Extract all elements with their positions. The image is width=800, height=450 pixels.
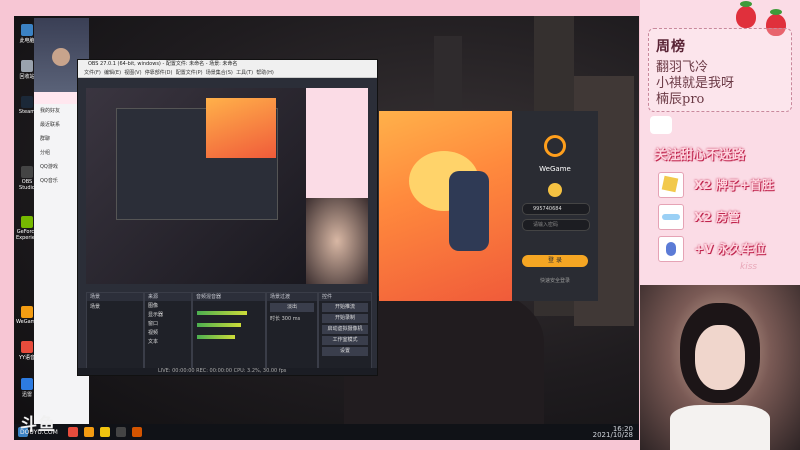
system-clock[interactable]: 16:20 2021/10/28: [592, 426, 633, 439]
controls-dock: 控件 开始推流 开始录制 启动虚拟摄像机 工作室模式 设置: [318, 292, 372, 374]
menu-item[interactable]: 帮助(H): [256, 70, 274, 76]
menu-item[interactable]: 工具(T): [236, 70, 253, 76]
car-icon: [658, 236, 684, 262]
taskbar-app-icon[interactable]: [132, 427, 142, 437]
menu-item[interactable]: 场景集合(S): [206, 70, 233, 76]
source-item[interactable]: 文本: [145, 337, 191, 346]
source-item[interactable]: 窗口: [145, 319, 191, 328]
start-recording-button[interactable]: 开始录制: [322, 314, 368, 323]
scenes-dock: 场景 场景: [86, 292, 144, 374]
transitions-dock: 场景过渡 淡出 时长 300 ms: [266, 292, 318, 374]
desktop-icon-label: 此电脑: [19, 38, 35, 44]
desktop-icon-label: OBS Studio: [19, 179, 35, 191]
scene-item[interactable]: 场景: [87, 301, 143, 312]
banner-character: [449, 171, 489, 251]
douyu-url: DOUYU.COM: [20, 429, 58, 436]
reward-text: X2 牌子+首胜: [694, 178, 774, 192]
taskbar: 16:20 2021/10/28: [14, 424, 639, 440]
start-streaming-button[interactable]: 开始推流: [322, 303, 368, 312]
secure-login-link[interactable]: 快速安全登录: [512, 277, 598, 284]
source-item[interactable]: 显示器: [145, 310, 191, 319]
taskbar-app-icon[interactable]: [100, 427, 110, 437]
desktop-capture: 此电脑 回收站 Steam OBS Studio GeForce Experie…: [14, 16, 639, 440]
settings-button[interactable]: 设置: [322, 347, 368, 356]
desktop-icon-label: Steam: [18, 109, 36, 115]
wegame-banner: [379, 111, 512, 301]
badge-icon: [658, 172, 684, 198]
weekly-rank-title: 周榜: [656, 39, 686, 55]
reward-row: X2 房管: [658, 204, 798, 230]
nested-webcam: [306, 198, 368, 284]
wegame-window: WeGame 995740684 请输入密码 登 录 快速安全登录: [379, 111, 598, 301]
cat-sticker-icon: [650, 116, 672, 134]
obs-title-bar[interactable]: OBS 27.0.1 (64-bit, windows) - 配置文件: 未命名…: [78, 60, 377, 69]
source-item[interactable]: 图像: [145, 301, 191, 310]
password-field[interactable]: 请输入密码: [522, 219, 590, 231]
avatar[interactable]: [52, 48, 70, 66]
taskbar-app-icon[interactable]: [116, 427, 126, 437]
reward-row: +V 永久车位: [658, 236, 798, 262]
obs-status-bar: LIVE: 00:00:00 REC: 00:00:00 CPU: 3.2%, …: [78, 368, 377, 375]
sources-dock: 来源 图像 显示器 窗口 视频 文本: [144, 292, 192, 374]
dock-title: 来源: [145, 293, 191, 301]
taskbar-app-icon[interactable]: [84, 427, 94, 437]
follow-banner: 关注甜心不迷路: [654, 148, 746, 163]
studio-mode-button[interactable]: 工作室模式: [322, 336, 368, 345]
reward-text: +V 永久车位: [694, 242, 766, 256]
volume-meter[interactable]: [197, 323, 241, 327]
clock-date: 2021/10/28: [592, 431, 633, 439]
kiss-decoration: kiss: [740, 262, 758, 272]
webcam-shirt: [670, 405, 770, 450]
transition-select[interactable]: 淡出: [270, 303, 314, 312]
login-button[interactable]: 登 录: [522, 255, 588, 267]
menu-item[interactable]: 编辑(E): [104, 70, 121, 76]
dock-title: 控件: [319, 293, 371, 301]
desktop-icon-label: 回收站: [19, 74, 35, 80]
desktop-icon-label: YY语音: [18, 355, 36, 361]
duration-label: 时长: [270, 316, 281, 322]
menu-item[interactable]: 停靠部件(D): [145, 70, 173, 76]
wegame-logo-icon: [544, 135, 566, 157]
obs-preview[interactable]: [86, 88, 368, 284]
qq-login-icon[interactable]: [548, 183, 562, 197]
wegame-brand: WeGame: [539, 165, 571, 173]
menu-item[interactable]: 视图(V): [124, 70, 141, 76]
desktop-icon-label: 迅雷: [21, 392, 32, 398]
reward-row: X2 牌子+首胜: [658, 172, 798, 198]
obs-menu-bar: 文件(F) 编辑(E) 视图(V) 停靠部件(D) 配置文件(P) 场景集合(S…: [78, 69, 377, 78]
account-field[interactable]: 995740684: [522, 203, 590, 215]
menu-item[interactable]: 文件(F): [84, 70, 101, 76]
dock-title: 场景: [87, 293, 143, 301]
duration-value[interactable]: 300 ms: [282, 316, 301, 322]
virtual-camera-button[interactable]: 启动虚拟摄像机: [322, 325, 368, 334]
dock-title: 场景过渡: [267, 293, 317, 301]
mixer-dock: 音频混音器: [192, 292, 266, 374]
rank-name: 楠辰pro: [656, 92, 705, 107]
obs-window: OBS 27.0.1 (64-bit, windows) - 配置文件: 未命名…: [77, 59, 378, 376]
rocket-icon: [658, 204, 684, 230]
nested-wegame-art: [206, 98, 276, 158]
volume-meter[interactable]: [197, 335, 235, 339]
nested-overlay: [306, 88, 368, 198]
wegame-login-panel: WeGame 995740684 请输入密码 登 录 快速安全登录: [512, 111, 598, 301]
stream-overlay-panel: 周榜 翻羽飞冷 小祺就是我呀 楠辰pro 关注甜心不迷路 X2 牌子+首胜 X2…: [640, 0, 800, 285]
menu-item[interactable]: 配置文件(P): [176, 70, 203, 76]
taskbar-app-icon[interactable]: [68, 427, 78, 437]
volume-meter[interactable]: [197, 311, 247, 315]
webcam-feed: [640, 285, 800, 450]
reward-text: X2 房管: [694, 210, 740, 224]
strawberry-icon: [736, 1, 756, 28]
source-item[interactable]: 视频: [145, 328, 191, 337]
webcam-face: [695, 325, 745, 390]
dock-title: 音频混音器: [193, 293, 265, 301]
